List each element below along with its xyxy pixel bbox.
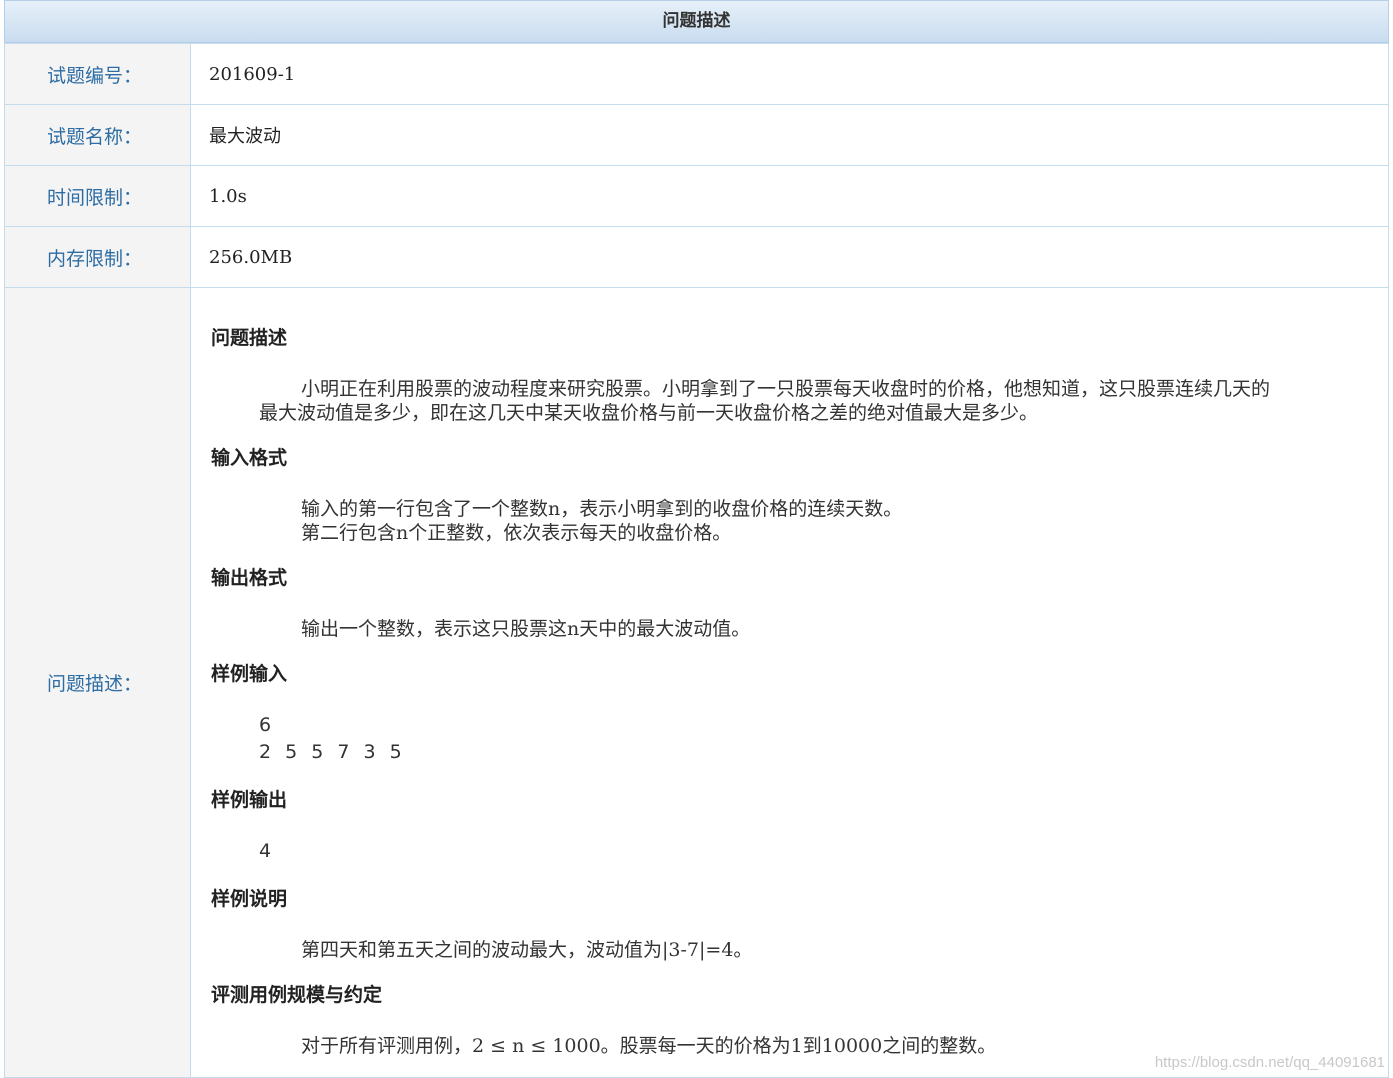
problem-info-table: 试题编号： 201609-1 试题名称： 最大波动 时间限制： 1.0s 内存限… — [4, 43, 1389, 1078]
table-row: 内存限制： 256.0MB — [5, 227, 1389, 288]
problem-text-line1: 小明正在利用股票的波动程度来研究股票。小明拿到了一只股票每天收盘时的价格，他想知… — [301, 377, 1270, 402]
section-title-problem: 问题描述 — [211, 323, 287, 350]
input-format-line1: 输入的第一行包含了一个整数n，表示小明拿到的收盘价格的连续天数。 — [301, 497, 902, 522]
section-title-constraints: 评测用例规模与约定 — [211, 980, 382, 1007]
table-row: 试题名称： 最大波动 — [5, 105, 1389, 166]
row-label-memory-limit: 内存限制： — [5, 227, 191, 288]
sample-input-line1: 6 — [259, 714, 272, 736]
panel-header: 问题描述 — [4, 0, 1389, 43]
row-label-id: 试题编号： — [5, 44, 191, 105]
watermark: https://blog.csdn.net/qq_44091681 — [1155, 1054, 1385, 1071]
row-label-name: 试题名称： — [5, 105, 191, 166]
section-title-sample-explain: 样例说明 — [211, 884, 287, 911]
section-title-sample-input: 样例输入 — [211, 659, 287, 686]
sample-input-line2: 2 5 5 7 3 5 — [259, 741, 403, 763]
row-label-time-limit: 时间限制： — [5, 166, 191, 227]
problem-text-line2: 最大波动值是多少，即在这几天中某天收盘价格与前一天收盘价格之差的绝对值最大是多少… — [259, 401, 1038, 426]
row-value-name: 最大波动 — [191, 105, 1389, 166]
row-value-id: 201609-1 — [191, 44, 1389, 105]
row-value-memory-limit: 256.0MB — [191, 227, 1389, 288]
table-row: 时间限制： 1.0s — [5, 166, 1389, 227]
sample-output-line1: 4 — [259, 840, 272, 862]
section-title-input: 输入格式 — [211, 443, 287, 470]
section-title-sample-output: 样例输出 — [211, 785, 287, 812]
row-value-time-limit: 1.0s — [191, 166, 1389, 227]
section-title-output: 输出格式 — [211, 563, 287, 590]
table-row: 试题编号： 201609-1 — [5, 44, 1389, 105]
constraints-line1: 对于所有评测用例，2 ≤ n ≤ 1000。股票每一天的价格为1到10000之间… — [301, 1034, 996, 1059]
sample-explain-line1: 第四天和第五天之间的波动最大，波动值为|3-7|=4。 — [301, 938, 752, 963]
row-label-description: 问题描述： — [5, 288, 191, 1078]
output-format-line1: 输出一个整数，表示这只股票这n天中的最大波动值。 — [301, 617, 750, 642]
input-format-line2: 第二行包含n个正整数，依次表示每天的收盘价格。 — [301, 521, 731, 546]
